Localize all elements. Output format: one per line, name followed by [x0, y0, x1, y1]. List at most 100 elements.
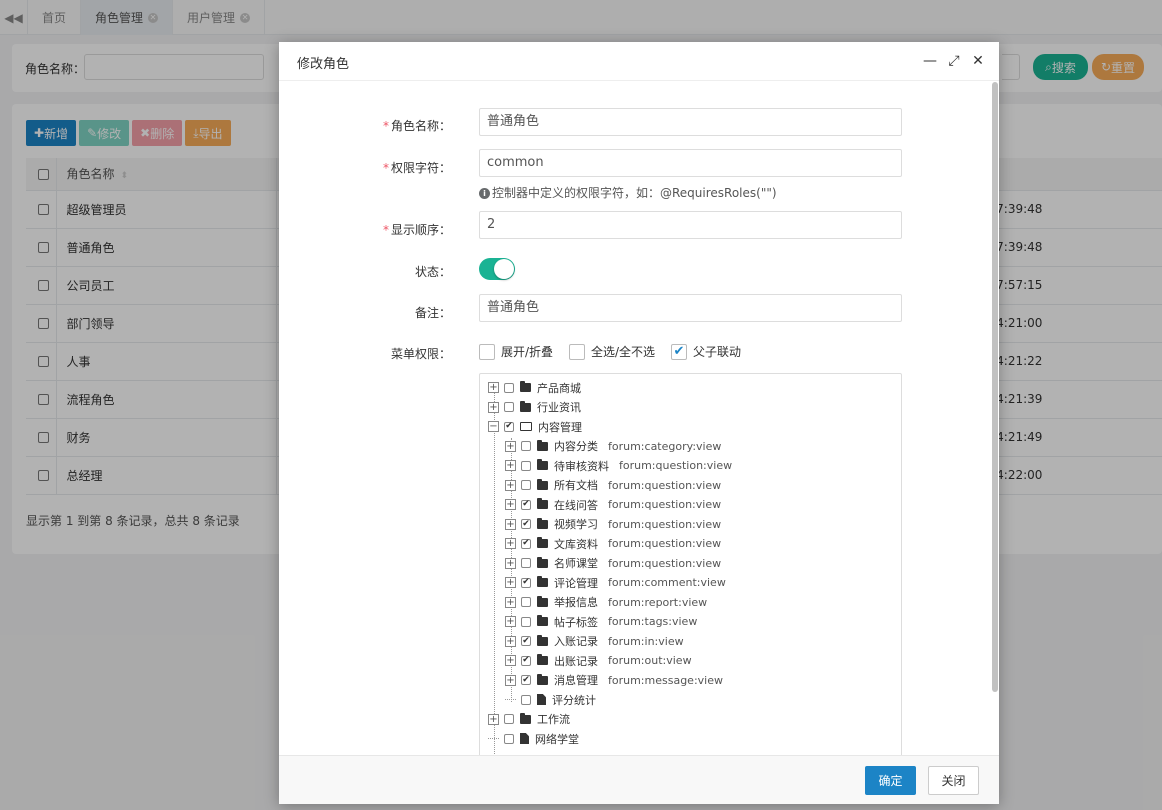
tree-node-label: 入账记录	[554, 635, 598, 648]
folder-icon	[537, 615, 548, 626]
required-mark: *	[382, 161, 389, 175]
tree-node-checkbox[interactable]	[521, 441, 531, 451]
parent-child-link-checkbox[interactable]: ✔	[671, 343, 687, 360]
status-toggle[interactable]	[479, 258, 515, 280]
tree-node-checkbox[interactable]	[504, 714, 514, 724]
tree-node[interactable]: + 工作流	[488, 710, 570, 729]
expand-icon[interactable]: +	[488, 382, 499, 393]
role-key-input[interactable]: common	[479, 149, 902, 177]
tree-node[interactable]: + 待审核资料 forum:question:view	[505, 456, 732, 475]
tree-node[interactable]: + ✔ 评论管理 forum:comment:view	[505, 573, 726, 592]
tree-node-label: 评论管理	[554, 576, 598, 590]
role-name-label: * 角色名称：	[279, 117, 451, 134]
expand-collapse-option[interactable]: 展开/折叠	[479, 343, 553, 360]
tree-node-label: 行业资讯	[537, 401, 581, 414]
sort-input[interactable]: 2	[479, 211, 902, 239]
expand-collapse-checkbox[interactable]	[479, 343, 495, 360]
role-name-input[interactable]: 普通角色	[479, 108, 902, 136]
tree-node[interactable]: + ✔ 文库资料 forum:question:view	[505, 534, 721, 553]
tree-node[interactable]: + 名师课堂 forum:question:view	[505, 554, 721, 573]
tree-node[interactable]: + ✔ 出账记录 forum:out:view	[505, 651, 692, 670]
tree-node[interactable]: + 举报信息 forum:report:view	[505, 593, 707, 612]
minimize-icon[interactable]: —	[922, 53, 938, 69]
collapse-icon[interactable]: −	[488, 421, 499, 432]
tree-node-checkbox[interactable]	[521, 558, 531, 568]
option-label: 展开/折叠	[501, 345, 554, 359]
tree-node[interactable]: + 行业资讯	[488, 398, 581, 417]
tree-guide-line	[494, 392, 495, 755]
select-all-option[interactable]: 全选/全不选	[569, 343, 655, 360]
tree-node[interactable]: − ✔ 内容管理	[488, 417, 582, 436]
tree-node[interactable]: + ✔ 消息管理 forum:message:view	[505, 671, 723, 690]
parent-child-link-option[interactable]: ✔ 父子联动	[671, 343, 741, 360]
expand-icon[interactable]: +	[505, 538, 516, 549]
tree-node[interactable]: + 内容分类 forum:category:view	[505, 437, 721, 456]
expand-icon[interactable]: +	[505, 674, 516, 686]
confirm-button[interactable]: 确定	[865, 766, 916, 795]
expand-icon[interactable]: +	[505, 596, 516, 608]
select-all-checkbox[interactable]	[569, 343, 585, 360]
tree-node-checkbox[interactable]: ✔	[521, 577, 531, 588]
modal-scrollbar[interactable]	[992, 82, 998, 692]
folder-icon	[537, 478, 548, 490]
tree-connector	[488, 738, 499, 739]
tree-node-label: 待审核资料	[554, 459, 609, 473]
tree-node-permission: forum:question:view	[619, 459, 733, 472]
expand-icon[interactable]: +	[505, 655, 516, 666]
tree-node[interactable]: 网络学堂	[488, 729, 579, 748]
expand-icon[interactable]: +	[505, 616, 516, 627]
tree-node-label: 在线问答	[554, 498, 598, 512]
expand-icon[interactable]: +	[488, 401, 499, 413]
expand-icon[interactable]: +	[505, 557, 516, 569]
tree-node-checkbox[interactable]	[504, 382, 514, 393]
tree-node-checkbox[interactable]	[521, 597, 531, 607]
tree-node-checkbox[interactable]: ✔	[504, 421, 514, 432]
tree-node-label: 产品商城	[537, 381, 581, 395]
tree-node-checkbox[interactable]	[521, 460, 531, 471]
tree-node-checkbox[interactable]	[504, 733, 514, 744]
folder-icon	[537, 576, 548, 587]
tree-node-checkbox[interactable]: ✔	[521, 636, 531, 646]
expand-icon[interactable]: +	[505, 499, 516, 510]
tree-node-permission: forum:comment:view	[608, 576, 726, 589]
tree-node-checkbox[interactable]: ✔	[521, 519, 531, 529]
tree-node-checkbox[interactable]: ✔	[521, 538, 531, 549]
tree-node-label: 出账记录	[554, 654, 598, 668]
modal-header: 修改角色 — ⤢ ✕	[279, 42, 999, 81]
menu-tree: + 产品商城 + 行业资讯 − ✔ 内容管理 + 内容分类 forum:category:view…	[479, 373, 902, 755]
remark-input[interactable]: 普通角色	[479, 294, 902, 322]
expand-icon[interactable]: +	[488, 713, 499, 725]
tree-node[interactable]: + ✔ 入账记录 forum:in:view	[505, 632, 684, 651]
tree-node-checkbox[interactable]	[521, 694, 531, 705]
role-name-label-text: 角色名称：	[390, 119, 451, 133]
tree-node-checkbox[interactable]	[504, 402, 514, 412]
expand-icon[interactable]: +	[505, 440, 516, 452]
tree-node-label: 举报信息	[554, 596, 598, 609]
tree-node[interactable]: + 产品商城	[488, 378, 581, 397]
expand-icon[interactable]: +	[505, 518, 516, 530]
expand-icon[interactable]: +	[505, 460, 516, 471]
close-icon[interactable]: ✕	[970, 53, 986, 69]
tree-node-checkbox[interactable]	[521, 480, 531, 490]
tree-node-permission: forum:question:view	[608, 478, 722, 492]
tree-node-checkbox[interactable]: ✔	[521, 675, 531, 685]
tree-node[interactable]: + ✔ 视频学习 forum:question:view	[505, 515, 721, 534]
modal-body: * 角色名称： 普通角色 * 权限字符： common i 控制器中定义的权限字符，如…	[279, 81, 999, 755]
close-button[interactable]: 关闭	[928, 766, 979, 795]
tree-node[interactable]: + ✔ 在线问答 forum:question:view	[505, 495, 721, 514]
tree-node-checkbox[interactable]: ✔	[521, 499, 531, 510]
expand-icon[interactable]: +	[505, 479, 516, 491]
role-key-label-text: 权限字符：	[390, 161, 451, 175]
tree-node-permission: forum:category:view	[608, 439, 722, 453]
expand-icon[interactable]: +	[505, 635, 516, 647]
tree-node-checkbox[interactable]	[521, 616, 531, 627]
tree-node[interactable]: 评分统计	[505, 690, 596, 709]
tree-node-checkbox[interactable]: ✔	[521, 655, 531, 666]
expand-icon[interactable]: +	[505, 577, 516, 588]
tree-node[interactable]: + 帖子标签 forum:tags:view	[505, 612, 697, 631]
tree-node-label: 内容管理	[538, 420, 582, 434]
required-mark: *	[382, 119, 389, 133]
tree-node[interactable]: + 所有文档 forum:question:view	[505, 476, 721, 495]
role-key-help-text: 控制器中定义的权限字符，如：@RequiresRoles("")	[492, 186, 777, 200]
maximize-icon[interactable]: ⤢	[946, 53, 962, 69]
